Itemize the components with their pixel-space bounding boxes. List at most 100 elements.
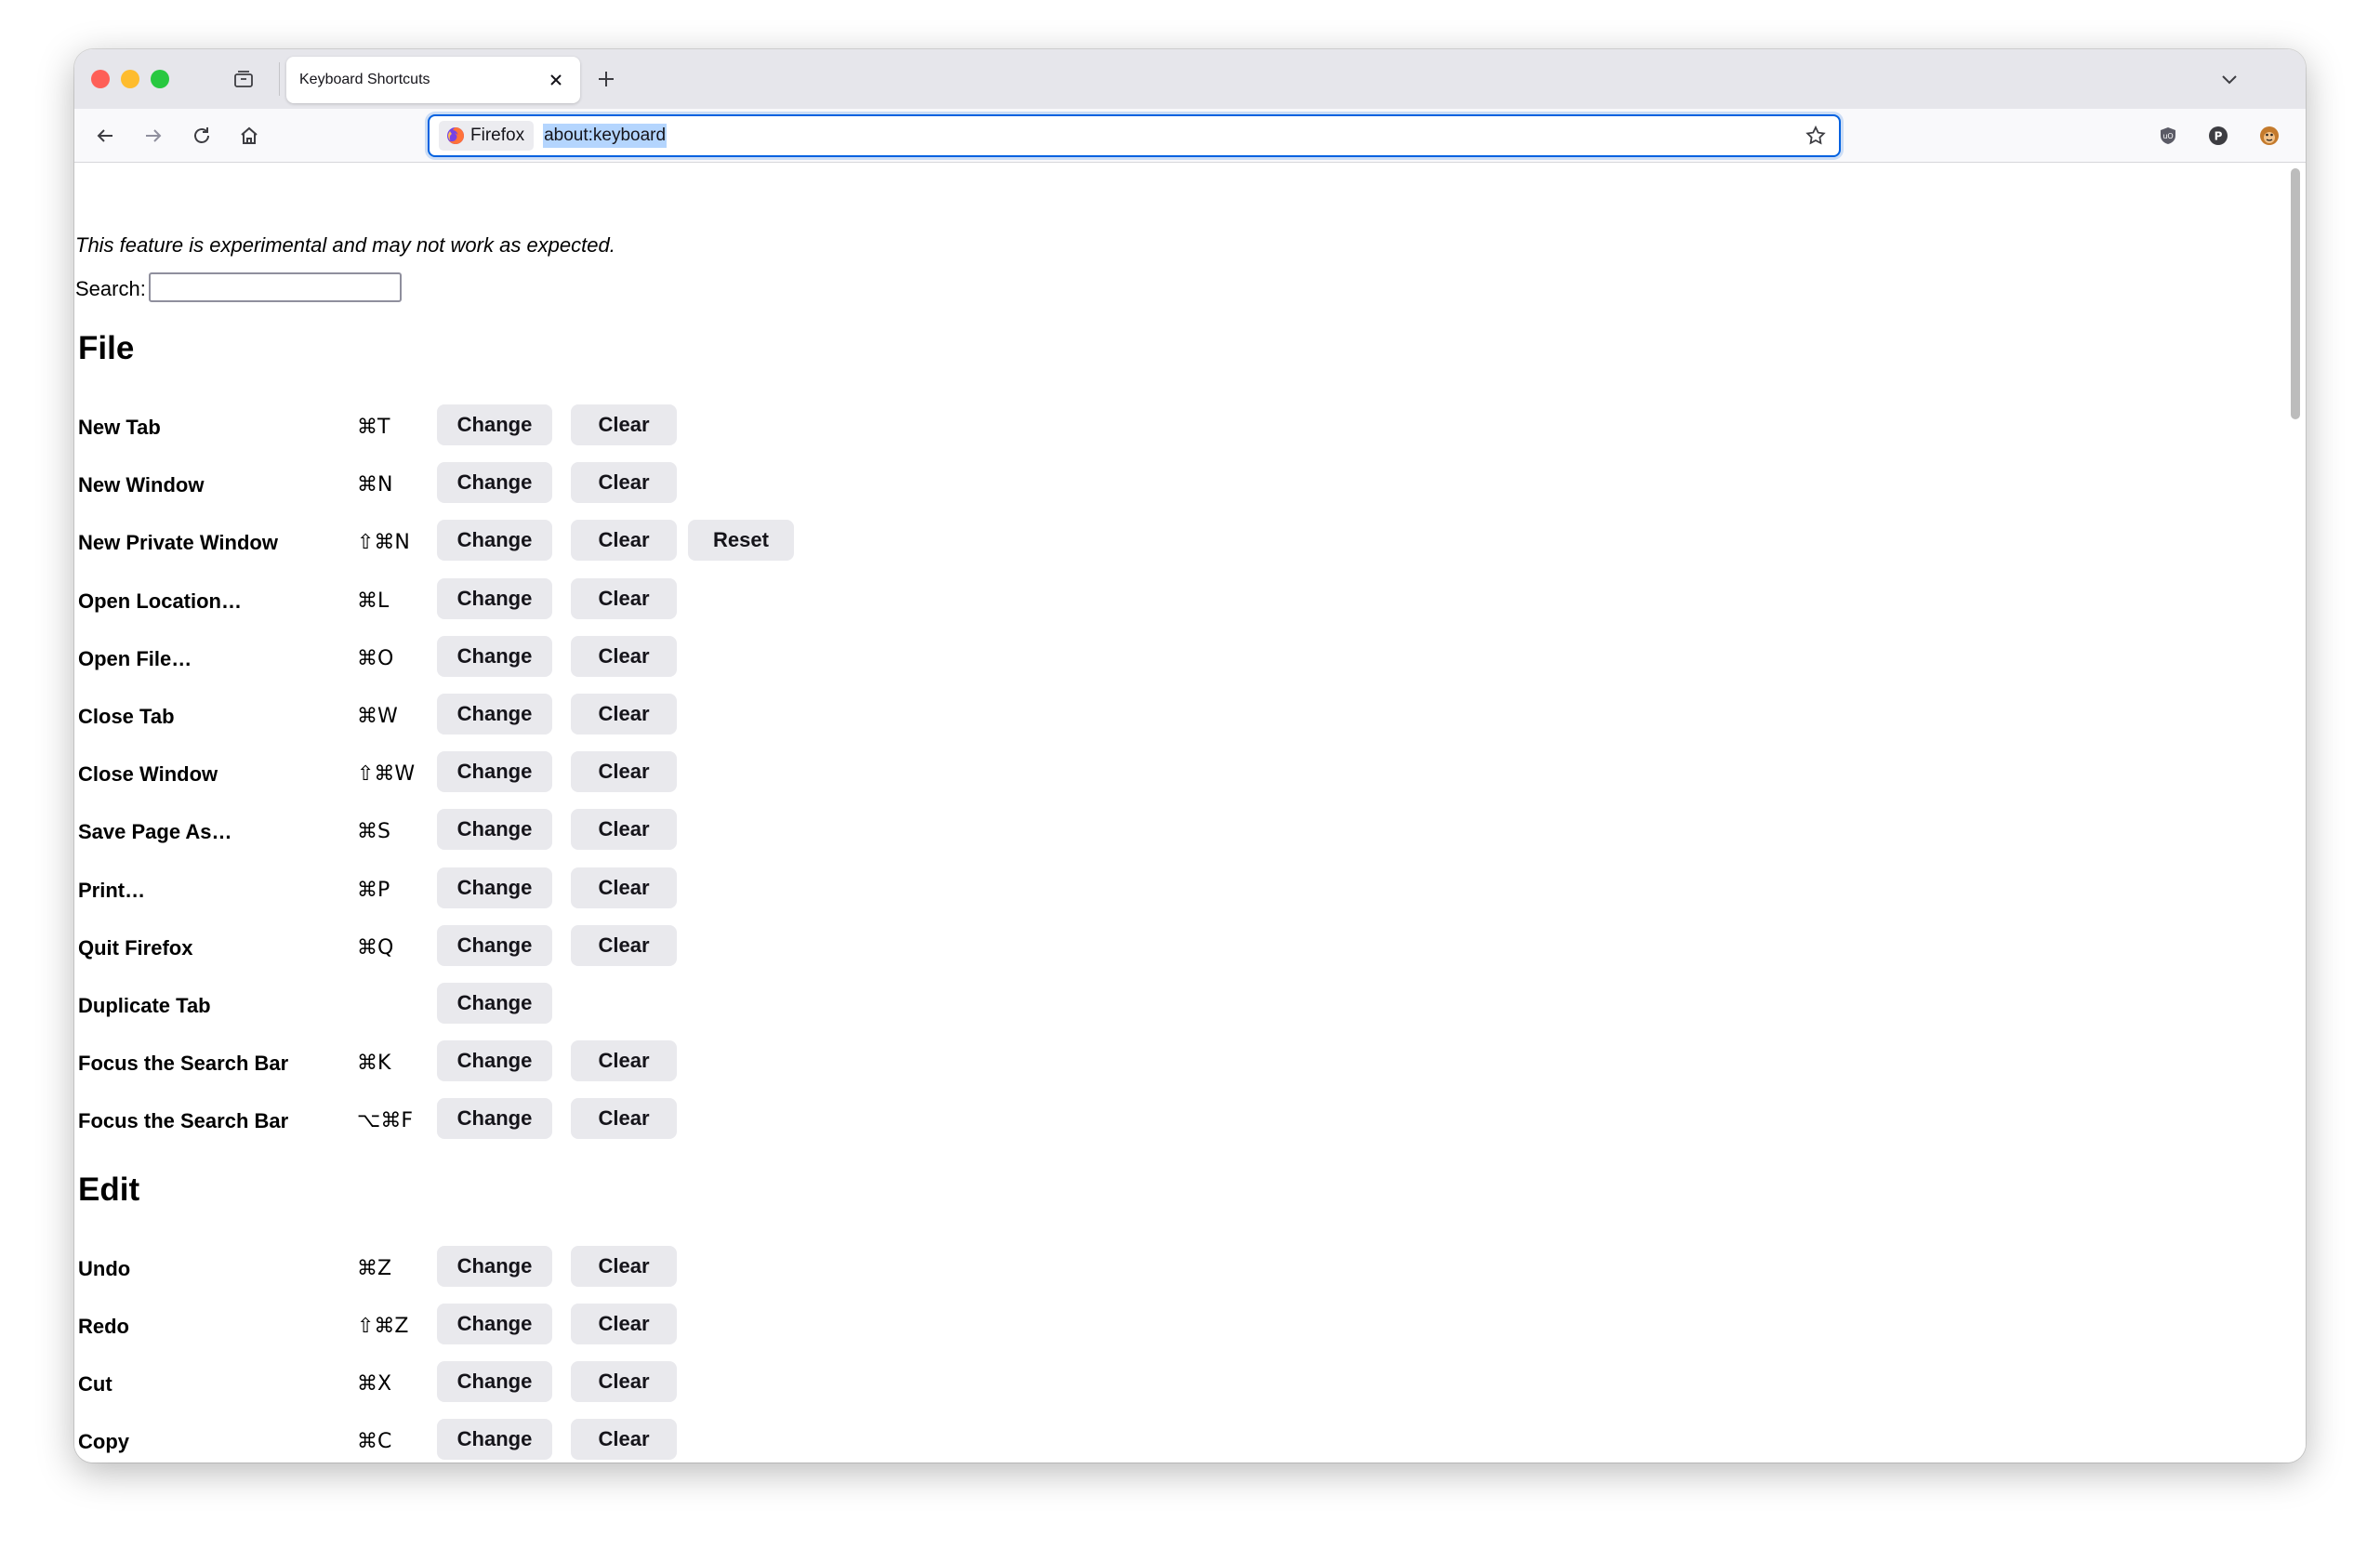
- shortcut-row: Cut ⌘X Change Clear: [78, 1361, 915, 1406]
- monkey-extension-icon[interactable]: [2255, 122, 2283, 150]
- vertical-scrollbar[interactable]: [2283, 163, 2306, 1463]
- shortcut-name: Copy: [78, 1430, 129, 1454]
- experimental-notice: This feature is experimental and may not…: [75, 233, 615, 257]
- clear-button[interactable]: Clear: [571, 867, 677, 908]
- browser-window: Keyboard Shortcuts Firefox about:keyboar…: [74, 49, 2306, 1463]
- tab-strip-separator: [279, 62, 280, 96]
- shortcut-row: Close Tab ⌘W Change Clear: [78, 694, 915, 738]
- shortcut-keys: ⇧⌘N: [357, 531, 410, 555]
- shortcut-row: Open Location… ⌘L Change Clear: [78, 577, 915, 623]
- shortcut-keys: ⌘Q: [357, 935, 394, 960]
- clear-button[interactable]: Clear: [571, 1098, 677, 1140]
- close-tab-icon[interactable]: [545, 69, 567, 91]
- shortcut-keys: ⌥⌘F: [357, 1109, 414, 1133]
- change-button[interactable]: Change: [437, 520, 552, 562]
- clear-button[interactable]: Clear: [571, 520, 677, 562]
- reset-button[interactable]: Reset: [688, 520, 794, 562]
- shortcut-keys: ⌘O: [357, 646, 394, 670]
- shortcut-keys: ⌘X: [357, 1372, 392, 1396]
- change-button[interactable]: Change: [437, 1361, 552, 1402]
- shortcut-row: Focus the Search Bar ⌥⌘F Change Clear: [78, 1098, 915, 1143]
- shortcut-keys: ⇧⌘Z: [357, 1314, 409, 1338]
- page-content: This feature is experimental and may not…: [74, 163, 2283, 1463]
- shortcut-name: Open File…: [78, 646, 192, 670]
- clear-button[interactable]: Clear: [571, 462, 677, 504]
- tab-list-icon[interactable]: [231, 66, 257, 92]
- shortcut-name: Close Tab: [78, 705, 175, 728]
- shortcut-row: New Private Window ⇧⌘N Change Clear Reset: [78, 520, 915, 564]
- zoom-window-button[interactable]: [151, 70, 169, 88]
- url-text[interactable]: about:keyboard: [543, 124, 668, 148]
- change-button[interactable]: Change: [437, 1040, 552, 1082]
- close-window-button[interactable]: [91, 70, 110, 88]
- change-button[interactable]: Change: [437, 751, 552, 793]
- shortcut-name: New Window: [78, 473, 205, 497]
- shortcut-name: Redo: [78, 1314, 129, 1338]
- shortcut-keys: ⌘T: [357, 416, 390, 439]
- bookmark-star-icon[interactable]: [1802, 122, 1830, 150]
- shortcut-row: Close Window ⇧⌘W Change Clear: [78, 751, 915, 796]
- shortcut-name: Quit Firefox: [78, 935, 193, 960]
- change-button[interactable]: Change: [437, 983, 552, 1024]
- svg-text:P: P: [2215, 130, 2223, 143]
- home-icon[interactable]: [235, 122, 263, 150]
- chevron-down-icon[interactable]: [2216, 66, 2242, 92]
- change-button[interactable]: Change: [437, 404, 552, 445]
- clear-button[interactable]: Clear: [571, 924, 677, 966]
- shortcut-name: Focus the Search Bar: [78, 1052, 289, 1076]
- navigation-toolbar: Firefox about:keyboard uO P: [74, 109, 2306, 163]
- tab-keyboard-shortcuts[interactable]: Keyboard Shortcuts: [286, 57, 580, 103]
- clear-button[interactable]: Clear: [571, 1419, 677, 1461]
- change-button[interactable]: Change: [437, 462, 552, 504]
- clear-button[interactable]: Clear: [571, 1040, 677, 1082]
- shortcut-name: Print…: [78, 878, 146, 902]
- clear-button[interactable]: Clear: [571, 1303, 677, 1344]
- clear-button[interactable]: Clear: [571, 751, 677, 793]
- shortcut-name: Focus the Search Bar: [78, 1109, 289, 1133]
- change-button[interactable]: Change: [437, 1098, 552, 1140]
- identity-box[interactable]: Firefox: [439, 121, 535, 151]
- new-tab-icon[interactable]: [593, 66, 619, 92]
- change-button[interactable]: Change: [437, 1245, 552, 1287]
- shortcut-name: New Tab: [78, 416, 161, 439]
- change-button[interactable]: Change: [437, 809, 552, 851]
- shortcut-keys: ⌘K: [357, 1052, 391, 1076]
- shortcut-keys: ⌘S: [357, 820, 390, 844]
- change-button[interactable]: Change: [437, 867, 552, 908]
- reload-icon[interactable]: [188, 122, 216, 150]
- change-button[interactable]: Change: [437, 577, 552, 619]
- ublock-shield-icon[interactable]: uO: [2154, 122, 2182, 150]
- back-arrow-icon[interactable]: [91, 122, 119, 150]
- change-button[interactable]: Change: [437, 694, 552, 735]
- firefox-logo-icon: [447, 127, 464, 144]
- minimize-window-button[interactable]: [121, 70, 139, 88]
- clear-button[interactable]: Clear: [571, 809, 677, 851]
- shortcut-row: Duplicate Tab Change: [78, 983, 915, 1027]
- shortcut-row: Save Page As… ⌘S Change Clear: [78, 809, 915, 854]
- clear-button[interactable]: Clear: [571, 635, 677, 677]
- change-button[interactable]: Change: [437, 1303, 552, 1344]
- search-input[interactable]: [149, 272, 402, 302]
- clear-button[interactable]: Clear: [571, 577, 677, 619]
- scrollbar-thumb[interactable]: [2291, 168, 2300, 419]
- p-extension-icon[interactable]: P: [2204, 122, 2232, 150]
- clear-button[interactable]: Clear: [571, 1361, 677, 1402]
- change-button[interactable]: Change: [437, 924, 552, 966]
- change-button[interactable]: Change: [437, 635, 552, 677]
- change-button[interactable]: Change: [437, 1419, 552, 1461]
- section-title: File: [78, 330, 135, 366]
- url-bar[interactable]: Firefox about:keyboard: [428, 114, 1841, 157]
- shortcut-name: Save Page As…: [78, 820, 232, 844]
- svg-text:uO: uO: [2162, 132, 2173, 140]
- clear-button[interactable]: Clear: [571, 1245, 677, 1287]
- shortcut-name: Close Window: [78, 762, 218, 787]
- clear-button[interactable]: Clear: [571, 694, 677, 735]
- shortcut-keys: ⌘L: [357, 589, 390, 613]
- shortcut-name: Open Location…: [78, 589, 242, 613]
- shortcut-keys: ⌘Z: [357, 1256, 392, 1280]
- shortcut-row: New Window ⌘N Change Clear: [78, 462, 915, 507]
- shortcut-keys: ⌘C: [357, 1430, 392, 1454]
- clear-button[interactable]: Clear: [571, 404, 677, 445]
- shortcut-name: New Private Window: [78, 531, 278, 555]
- forward-arrow-icon[interactable]: [139, 122, 167, 150]
